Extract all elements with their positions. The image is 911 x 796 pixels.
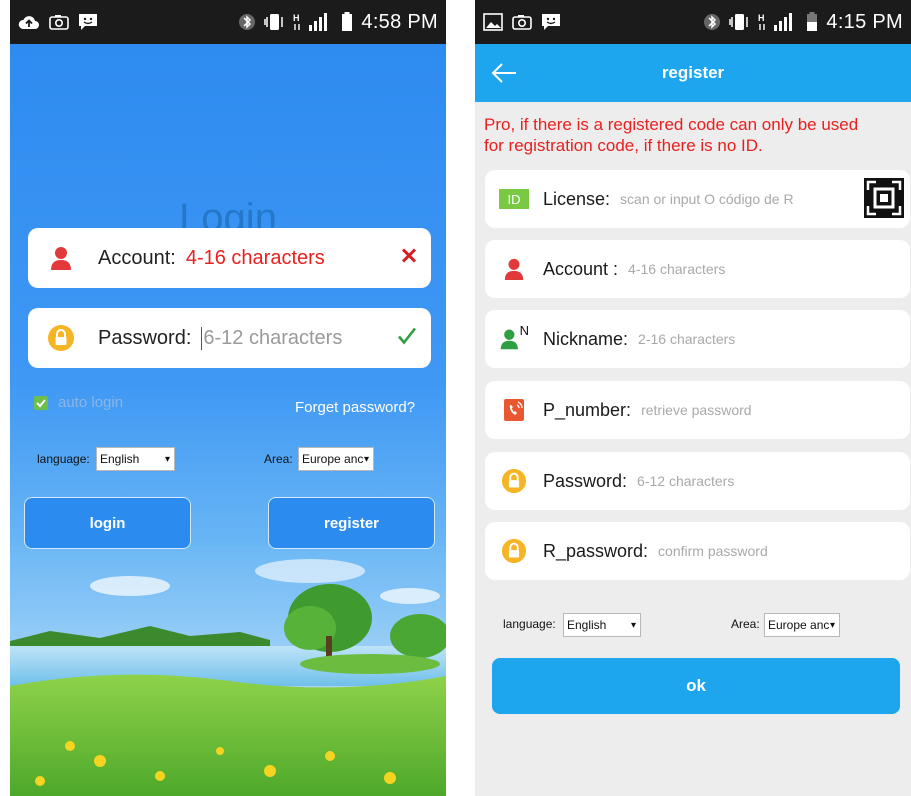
- id-badge: ID: [507, 191, 521, 207]
- svg-text:H: H: [758, 13, 765, 23]
- confirm-password-field[interactable]: R_password: confirm password: [485, 522, 910, 580]
- login-button[interactable]: login: [24, 497, 191, 549]
- check-icon: [397, 327, 417, 350]
- language-value: English: [100, 452, 140, 466]
- license-field[interactable]: ID License: scan or input O código de R: [485, 170, 910, 228]
- battery-icon: [341, 12, 353, 32]
- language-label: language:: [37, 452, 90, 466]
- dropdown-arrow-icon: ▾: [630, 619, 636, 631]
- area-value: Europe anc: [302, 452, 364, 466]
- dropdown-arrow-icon: ▾: [363, 453, 369, 465]
- page-title: register: [661, 63, 725, 82]
- phone-number-input[interactable]: retrieve password: [641, 402, 752, 418]
- status-bar: H 4:15 PM: [475, 0, 911, 44]
- account-label: Account:: [98, 246, 176, 269]
- password-input[interactable]: 6-12 characters: [201, 326, 342, 350]
- nickname-input[interactable]: 2-16 characters: [638, 331, 735, 347]
- password-input[interactable]: 6-12 characters: [637, 473, 734, 489]
- battery-icon: [806, 12, 818, 32]
- notice-line: for registration code, if there is no ID…: [484, 136, 763, 155]
- area-label: Area:: [264, 452, 293, 466]
- language-select[interactable]: English ▾: [96, 447, 175, 471]
- svg-text:H: H: [293, 13, 300, 23]
- notice-line: Pro, if there is a registered code can o…: [484, 115, 859, 134]
- status-bar: H 4:58 PM: [10, 0, 446, 44]
- bluetooth-icon: [704, 12, 721, 32]
- vibrate-icon: [728, 12, 750, 32]
- password-field[interactable]: Password: 6-12 characters: [485, 452, 910, 510]
- app-bar: register: [475, 44, 911, 102]
- password-field[interactable]: Password: 6-12 characters: [28, 308, 431, 368]
- message-smile-icon: [78, 13, 98, 31]
- confirm-password-label: R_password:: [543, 540, 649, 561]
- license-input[interactable]: scan or input O código de R: [620, 191, 794, 207]
- language-select[interactable]: English ▾: [563, 613, 641, 637]
- auto-login-label[interactable]: auto login: [58, 394, 123, 411]
- lock-icon: [499, 468, 529, 494]
- cloud-upload-icon: [18, 14, 40, 30]
- nickname-field[interactable]: N Nickname: 2-16 characters: [485, 310, 910, 368]
- lock-icon: [46, 323, 76, 353]
- dropdown-arrow-icon: ▾: [829, 619, 835, 631]
- camera-icon: [49, 14, 69, 30]
- registration-notice: Pro, if there is a registered code can o…: [484, 114, 911, 156]
- license-label: License:: [543, 188, 611, 209]
- account-input[interactable]: 4-16 characters: [628, 261, 725, 277]
- language-label: language:: [503, 617, 556, 631]
- signal-icon: H: [758, 12, 798, 32]
- nickname-badge: N: [519, 323, 529, 338]
- register-button[interactable]: register: [268, 497, 435, 549]
- account-field[interactable]: Account: 4-16 characters: [28, 228, 431, 288]
- password-label: Password:: [543, 470, 628, 491]
- message-smile-icon: [541, 13, 561, 31]
- signal-icon: H: [293, 12, 333, 32]
- camera-icon: [512, 14, 532, 30]
- area-value: Europe anc: [768, 618, 830, 632]
- area-select[interactable]: Europe anc ▾: [298, 447, 374, 471]
- confirm-password-input[interactable]: confirm password: [658, 543, 768, 559]
- lock-icon: [499, 538, 529, 564]
- auto-login-checkbox[interactable]: [34, 396, 48, 410]
- area-label: Area:: [731, 617, 760, 631]
- account-input[interactable]: 4-16 characters: [186, 247, 325, 270]
- id-icon: ID: [499, 189, 529, 209]
- phone-number-field[interactable]: P_number: retrieve password: [485, 381, 910, 439]
- close-icon[interactable]: [401, 248, 417, 269]
- language-value: English: [567, 618, 607, 632]
- phone-icon: [499, 398, 529, 422]
- phone-number-label: P_number:: [543, 399, 632, 420]
- login-background: Login Account: 4-16 characters Password:…: [10, 44, 446, 796]
- account-field[interactable]: Account : 4-16 characters: [485, 240, 910, 298]
- nickname-icon: N: [499, 323, 529, 351]
- status-time: 4:58 PM: [361, 10, 438, 33]
- account-label: Account :: [543, 258, 619, 279]
- area-select[interactable]: Europe anc ▾: [764, 613, 840, 637]
- image-icon: [483, 13, 503, 31]
- status-time: 4:15 PM: [826, 10, 903, 33]
- qr-scan-icon[interactable]: [864, 178, 904, 218]
- password-label: Password:: [98, 326, 192, 349]
- login-screen: H 4:58 PM Login Account: 4-16 characters…: [10, 0, 446, 796]
- nickname-label: Nickname:: [543, 328, 629, 349]
- person-icon: [499, 256, 529, 282]
- vibrate-icon: [263, 12, 285, 32]
- ok-button[interactable]: ok: [492, 658, 900, 714]
- forget-password-link[interactable]: Forget password?: [295, 399, 415, 416]
- landscape-illustration: [10, 546, 446, 796]
- person-icon: [46, 243, 76, 273]
- register-screen: H 4:15 PM register Pro, if there is a re…: [475, 0, 911, 796]
- bluetooth-icon: [239, 12, 256, 32]
- dropdown-arrow-icon: ▾: [164, 453, 170, 465]
